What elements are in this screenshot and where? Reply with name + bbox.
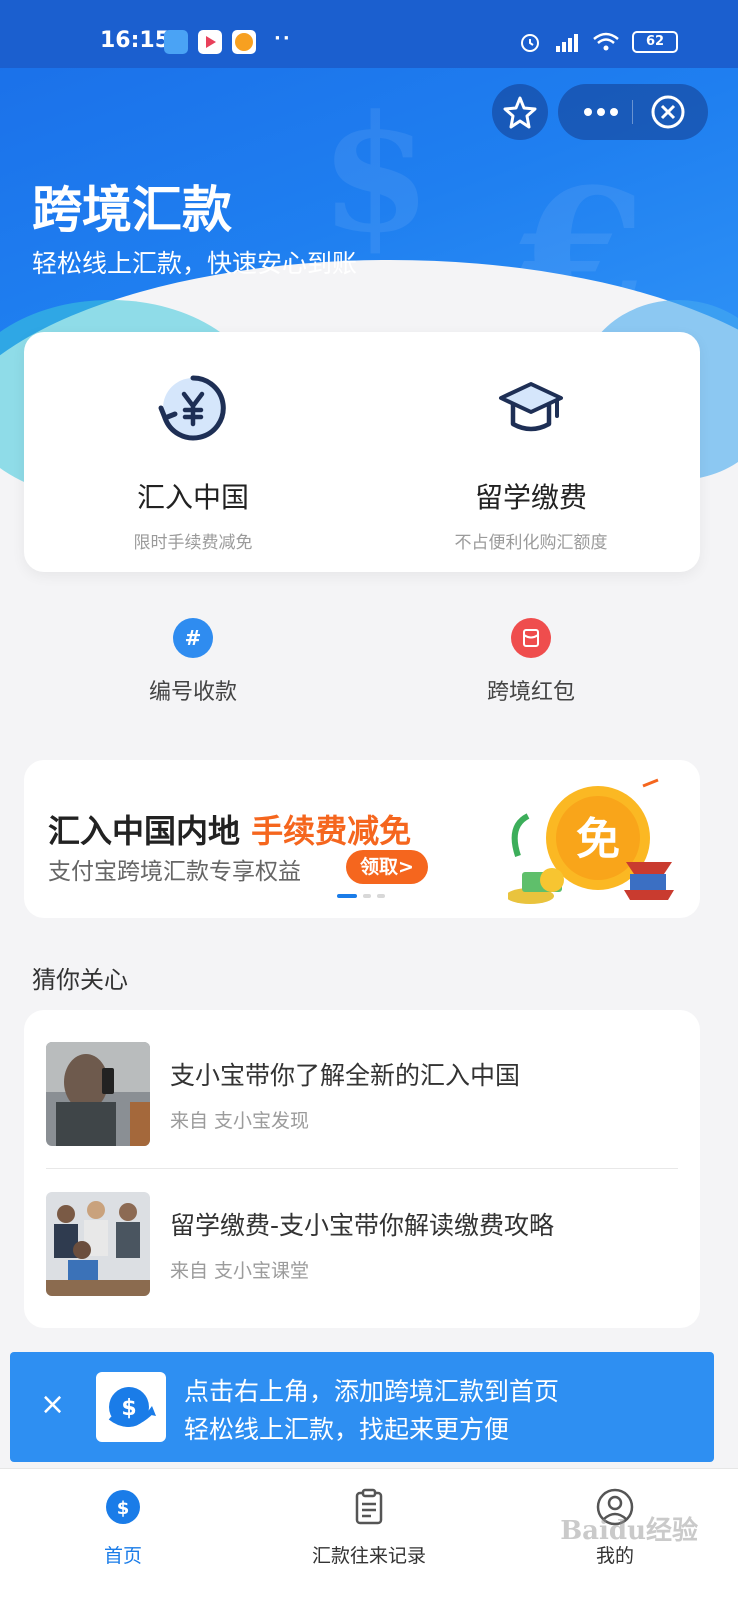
pager-dot <box>363 894 371 898</box>
app-notification-icon <box>164 30 188 54</box>
banner-title-main: 汇入中国内地 <box>48 812 252 850</box>
58-app-icon <box>232 30 256 54</box>
video-app-icon <box>198 30 222 54</box>
article-source: 来自 支小宝课堂 <box>170 1260 310 1282</box>
tab-label: 首页 <box>103 1545 142 1567</box>
euro-watermark-icon: € <box>520 150 646 361</box>
svg-text:$: $ <box>117 1498 130 1519</box>
svg-text:$: $ <box>121 1396 136 1421</box>
tab-home[interactable]: $ 首页 <box>0 1487 246 1568</box>
status-time: 16:15 <box>100 28 171 53</box>
pager-dot <box>377 894 385 898</box>
status-right: 62 <box>518 30 678 54</box>
article-thumbnail <box>46 1042 150 1146</box>
close-miniprogram-button[interactable] <box>650 94 686 130</box>
article-title: 留学缴费-支小宝带你解读缴费攻略 <box>170 1211 555 1240</box>
tab-label: 汇款往来记录 <box>311 1545 426 1567</box>
action-red-packet[interactable]: 跨境红包 <box>362 618 700 706</box>
feature-remit-to-china[interactable]: 汇入中国 限时手续费减免 <box>24 372 362 553</box>
more-dots-icon <box>584 108 618 116</box>
status-bar: 16:15 ·· 62 <box>0 0 738 68</box>
toast-close-button[interactable]: × <box>40 1390 65 1420</box>
home-dollar-icon: $ <box>106 1490 140 1524</box>
baidu-watermark: Baidu经验 <box>560 1516 698 1546</box>
page-subtitle: 轻松线上汇款，快速安心到账 <box>32 249 358 278</box>
more-notifications-icon: ·· <box>274 28 292 49</box>
article-source: 来自 支小宝发现 <box>170 1110 310 1132</box>
article-list: 支小宝带你了解全新的汇入中国 来自 支小宝发现 留学缴费-支小宝带你解读缴费攻略… <box>24 1010 700 1328</box>
graduation-cap-icon <box>499 382 563 432</box>
action-label: 编号收款 <box>148 680 237 705</box>
article-thumbnail <box>46 1192 150 1296</box>
favorite-button[interactable] <box>492 84 548 140</box>
banner-title: 汇入中国内地 手续费减免 <box>48 806 411 852</box>
tab-records[interactable]: 汇款往来记录 <box>246 1487 492 1568</box>
fee-waiver-illustration: 免 <box>508 778 674 904</box>
section-title: 猜你关心 <box>32 966 128 994</box>
page-title: 跨境汇款 <box>32 181 232 239</box>
clipboard-icon <box>355 1488 383 1525</box>
action-code-receive[interactable]: # 编号收款 <box>24 618 362 706</box>
dollar-watermark-icon: $ <box>320 80 432 268</box>
signal-icon <box>556 34 578 52</box>
feature-tuition-payment[interactable]: 留学缴费 不占便利化购汇额度 <box>362 372 700 553</box>
hash-icon: # <box>173 618 213 658</box>
list-item[interactable]: 留学缴费-支小宝带你解读缴费攻略 来自 支小宝课堂 <box>46 1192 678 1296</box>
feature-desc: 不占便利化购汇额度 <box>454 533 608 553</box>
add-to-home-toast[interactable]: × $ 点击右上角，添加跨境汇款到首页 轻松线上汇款，找起来更方便 <box>10 1352 714 1462</box>
remittance-app-logo-icon: $ <box>96 1372 166 1442</box>
pager-dot-active <box>337 894 357 898</box>
feature-name: 汇入中国 <box>136 481 249 514</box>
red-packet-icon <box>511 618 551 658</box>
article-title: 支小宝带你了解全新的汇入中国 <box>170 1061 521 1090</box>
feature-name: 留学缴费 <box>474 481 587 514</box>
list-divider <box>46 1168 678 1169</box>
waiver-badge-text: 免 <box>576 814 620 865</box>
yuan-exchange-icon <box>158 375 226 441</box>
action-label: 跨境红包 <box>486 680 575 705</box>
more-options-button[interactable] <box>576 84 626 140</box>
list-item[interactable]: 支小宝带你了解全新的汇入中国 来自 支小宝发现 <box>46 1042 678 1146</box>
capsule-divider <box>632 100 633 124</box>
toast-line-2: 轻松线上汇款，找起来更方便 <box>184 1415 510 1444</box>
banner-title-highlight: 手续费减免 <box>251 812 412 850</box>
alarm-icon <box>521 34 539 52</box>
promo-banner[interactable]: 汇入中国内地 手续费减免 支付宝跨境汇款专享权益 领取> 免 <box>24 760 700 918</box>
star-icon <box>503 96 537 129</box>
wifi-icon <box>593 32 619 51</box>
feature-desc: 限时手续费减免 <box>133 533 253 553</box>
banner-subtitle: 支付宝跨境汇款专享权益 <box>48 859 301 885</box>
claim-button[interactable]: 领取> <box>346 850 428 884</box>
main-feature-card: 汇入中国 限时手续费减免 留学缴费 不占便利化购汇额度 <box>24 332 700 572</box>
close-circle-icon <box>651 95 685 129</box>
banner-pager <box>337 894 385 898</box>
capsule-menu <box>558 84 708 140</box>
battery-indicator: 62 <box>632 31 678 53</box>
toast-line-1: 点击右上角，添加跨境汇款到首页 <box>184 1377 560 1406</box>
